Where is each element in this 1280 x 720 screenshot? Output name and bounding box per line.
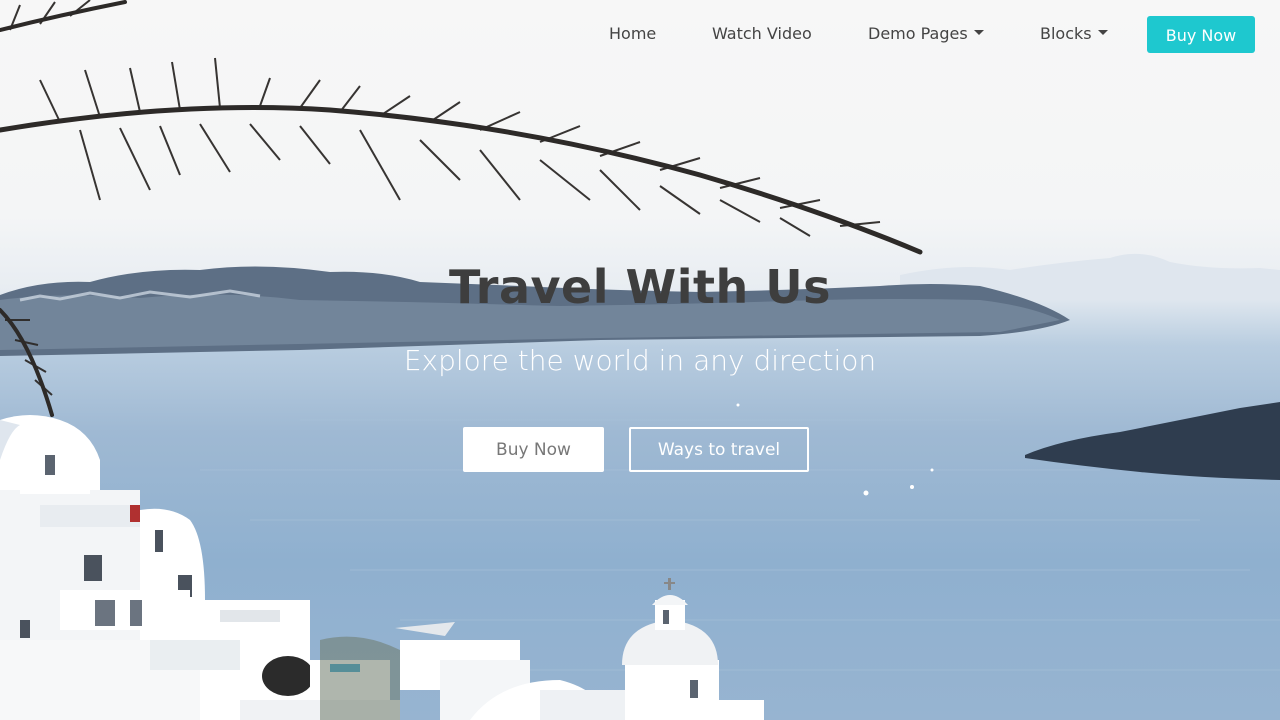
nav-item-demo-pages[interactable]: Demo Pages <box>868 22 984 46</box>
nav-item-home[interactable]: Home <box>609 22 656 46</box>
caret-down-icon <box>973 30 984 35</box>
nav-item-label: Home <box>609 24 657 43</box>
nav-item-label: Watch Video <box>712 24 812 43</box>
top-navigation: Home Watch Video Demo Pages Blocks Buy N… <box>0 0 1280 68</box>
hero-section: Home Watch Video Demo Pages Blocks Buy N… <box>0 0 1280 720</box>
hero-title: Travel With Us <box>448 260 831 314</box>
nav-item-label: Demo Pages <box>868 24 968 43</box>
nav-buy-now-button[interactable]: Buy Now <box>1147 16 1255 53</box>
nav-item-blocks[interactable]: Blocks <box>1040 22 1108 46</box>
caret-down-icon <box>1097 30 1108 35</box>
nav-item-label: Blocks <box>1040 24 1092 43</box>
nav-item-watch-video[interactable]: Watch Video <box>712 22 812 46</box>
ways-to-travel-button[interactable]: Ways to travel <box>629 427 809 472</box>
hero-buy-now-button[interactable]: Buy Now <box>463 427 604 472</box>
hero-subtitle: Explore the world in any direction <box>403 344 877 377</box>
